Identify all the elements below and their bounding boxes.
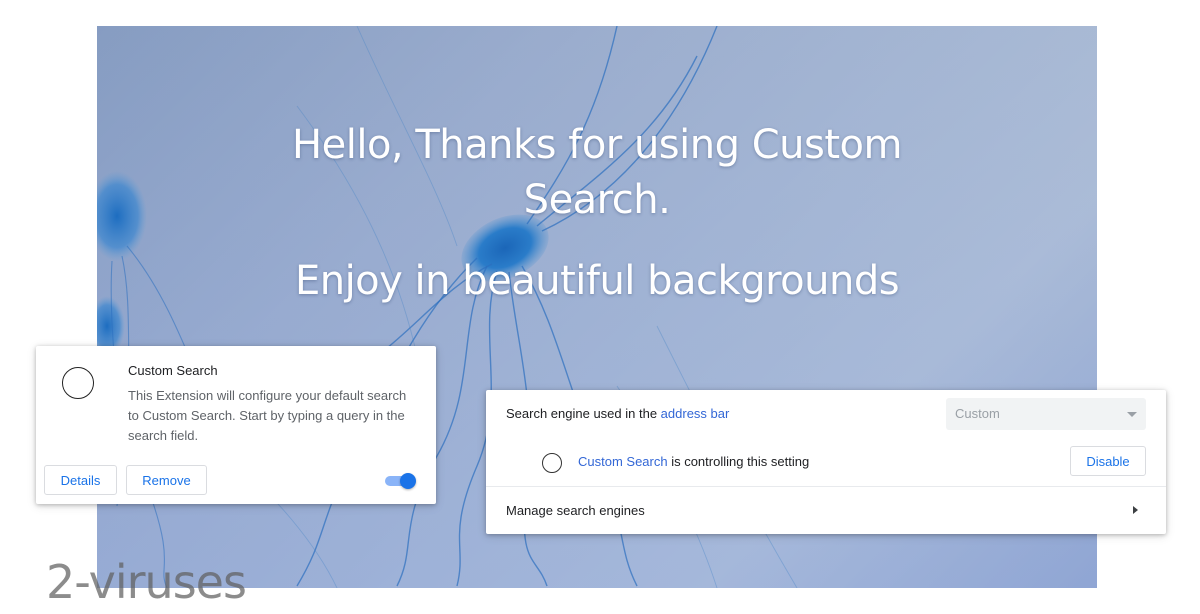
search-engine-settings-card: Search engine used in the address bar Cu… [486,390,1166,534]
remove-button[interactable]: Remove [126,465,207,495]
search-engine-select[interactable]: Custom [946,398,1146,430]
extension-name: Custom Search [128,363,218,378]
hero-title-line-1: Hello, Thanks for using Custom [292,122,902,168]
disable-button[interactable]: Disable [1070,446,1146,476]
extension-enabled-toggle[interactable] [385,473,417,489]
controlling-extension-circle-icon [542,453,562,473]
search-engine-label-text: Search engine used in the [506,406,661,421]
address-bar-link[interactable]: address bar [661,406,730,421]
extension-circle-icon [62,367,94,399]
search-engine-select-value: Custom [955,406,1000,421]
custom-search-link[interactable]: Custom Search [578,454,668,469]
details-button[interactable]: Details [44,465,117,495]
chevron-right-icon [1133,506,1138,514]
controlling-extension-text: Custom Search is controlling this settin… [578,454,809,469]
hero-title: Hello, Thanks for using Custom Search. [97,118,1097,228]
hero-title-line-2: Search. [523,177,671,223]
extension-description: This Extension will configure your defau… [128,388,407,443]
manage-search-engines-label: Manage search engines [506,503,645,518]
chevron-down-icon [1127,412,1137,417]
toggle-knob [400,473,416,489]
manage-search-engines-row[interactable]: Manage search engines [486,487,1166,534]
extension-card: Custom Search This Extension will config… [36,346,436,504]
watermark-text: 2-viruses [46,555,247,609]
hero-subtitle: Enjoy in beautiful backgrounds [294,258,900,304]
controlling-setting-suffix: is controlling this setting [667,454,810,469]
search-engine-label: Search engine used in the address bar [506,406,729,421]
screenshot-stage: Hello, Thanks for using Custom Search. E… [0,0,1200,614]
